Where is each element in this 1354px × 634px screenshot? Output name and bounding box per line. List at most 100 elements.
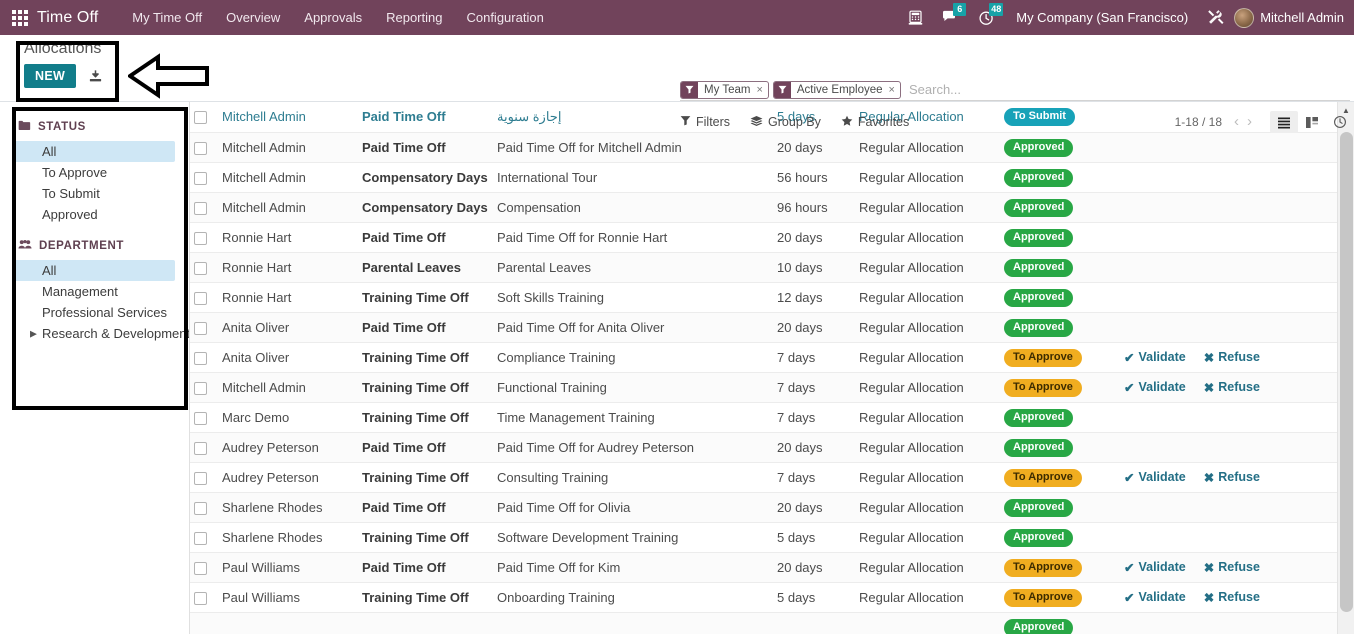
cell-duration-text: 7 days <box>777 349 816 365</box>
pager-previous-button[interactable]: ‹ <box>1230 114 1243 129</box>
nav-configuration[interactable]: Configuration <box>454 4 555 31</box>
sidebar-item-status-to-submit[interactable]: To Submit <box>14 183 175 204</box>
nav-my-time-off[interactable]: My Time Off <box>120 4 214 31</box>
sidebar-item-department-professional-services[interactable]: Professional Services <box>14 302 175 323</box>
new-button[interactable]: NEW <box>24 64 77 88</box>
table-row[interactable]: Ronnie Hart Training Time Off Soft Skills … <box>190 282 1354 313</box>
app-brand-title[interactable]: Time Off <box>37 9 98 27</box>
table-row[interactable]: Mitchell Admin Compensatory Days Compensat… <box>190 192 1354 223</box>
table-row[interactable]: Paul Williams Training Time Off Onboarding… <box>190 582 1354 613</box>
pager-range[interactable]: 1-18 / 18 <box>1175 115 1222 129</box>
company-selector[interactable]: My Company (San Francisco) <box>1016 10 1188 25</box>
status-badge: Approved <box>1004 408 1074 427</box>
import-download-icon[interactable] <box>88 69 103 84</box>
activity-view-button[interactable] <box>1326 111 1354 133</box>
refuse-button[interactable]: ✖ Refuse <box>1204 350 1260 365</box>
user-menu[interactable]: Mitchell Admin <box>1260 10 1344 25</box>
row-checkbox[interactable] <box>194 231 207 245</box>
table-row[interactable]: Mitchell Admin Paid Time Off Paid Time Off… <box>190 132 1354 163</box>
row-checkbox-cell <box>190 492 218 523</box>
validate-button[interactable]: ✔ Validate <box>1124 470 1186 485</box>
table-row[interactable]: Audrey Peterson Training Time Off Consulti… <box>190 462 1354 493</box>
cell-description-text: Paid Time Off for Olivia <box>497 499 631 515</box>
row-checkbox[interactable] <box>194 411 207 425</box>
table-row[interactable]: Ronnie Hart Paid Time Off Paid Time Off fo… <box>190 222 1354 253</box>
cell-duration: 20 days <box>773 132 855 163</box>
filters-dropdown[interactable]: Filters <box>680 115 730 129</box>
sidebar-item-status-to-approve[interactable]: To Approve <box>14 162 175 183</box>
table-row[interactable]: Anita Oliver Paid Time Off Paid Time Off f… <box>190 312 1354 343</box>
row-checkbox[interactable] <box>194 351 207 365</box>
refuse-label: Refuse <box>1218 560 1260 574</box>
group-by-dropdown[interactable]: Group By <box>750 115 821 130</box>
table-row[interactable]: Mitchell Admin Compensatory Days Internati… <box>190 162 1354 193</box>
row-checkbox[interactable] <box>194 381 207 395</box>
table-row[interactable]: Audrey Peterson Paid Time Off Paid Time Of… <box>190 432 1354 463</box>
cell-allocation-type-text: Regular Allocation <box>859 319 964 335</box>
table-row[interactable]: Paul Williams Paid Time Off Paid Time Off … <box>190 552 1354 583</box>
clock-icon[interactable]: 48 <box>978 2 1004 26</box>
table-row[interactable]: Sharlene Rhodes Training Time Off Software… <box>190 522 1354 553</box>
avatar[interactable] <box>1234 7 1255 28</box>
app-grid-icon[interactable] <box>12 9 28 26</box>
table-row[interactable]: Ronnie Hart Parental Leaves Parental Leave… <box>190 252 1354 283</box>
row-checkbox[interactable] <box>194 501 207 515</box>
wrench-screwdriver-icon[interactable] <box>1207 9 1225 26</box>
validate-button[interactable]: ✔ Validate <box>1124 380 1186 395</box>
table-row[interactable]: Anita Oliver Training Time Off Compliance … <box>190 342 1354 373</box>
facet-label: My Team <box>704 83 751 96</box>
scrollbar-thumb[interactable] <box>1340 132 1353 612</box>
refuse-button[interactable]: ✖ Refuse <box>1204 590 1260 605</box>
row-checkbox[interactable] <box>194 141 207 155</box>
vertical-scrollbar[interactable]: ▲ <box>1337 102 1354 634</box>
validate-button[interactable]: ✔ Validate <box>1124 350 1186 365</box>
search-facet-active-employee[interactable]: Active Employee × <box>772 80 901 99</box>
chat-bubble-icon[interactable]: 6 <box>942 3 967 25</box>
row-checkbox[interactable] <box>194 441 207 455</box>
search-facet-my-team[interactable]: My Team × <box>680 80 769 99</box>
sidebar-item-department-research-development[interactable]: ▶ Research & Development <box>14 323 189 344</box>
table-row[interactable]: Mitchell Admin Training Time Off Functiona… <box>190 372 1354 403</box>
row-checkbox[interactable] <box>194 291 207 305</box>
sidebar-item-status-all[interactable]: All <box>14 141 175 162</box>
group-by-label: Group By <box>768 115 821 129</box>
kanban-view-button[interactable] <box>1298 111 1326 133</box>
facet-remove-icon[interactable]: × <box>887 82 900 98</box>
sidebar-item-status-approved[interactable]: Approved <box>14 204 175 225</box>
row-checkbox[interactable] <box>194 321 207 335</box>
row-checkbox[interactable] <box>194 171 207 185</box>
refuse-button[interactable]: ✖ Refuse <box>1204 380 1260 395</box>
sidebar-item-department-management[interactable]: Management <box>14 281 175 302</box>
table-row[interactable]: Marc Demo Training Time Off Time Managemen… <box>190 402 1354 433</box>
favorites-dropdown[interactable]: Favorites <box>841 115 909 130</box>
validate-button[interactable]: ✔ Validate <box>1124 560 1186 575</box>
table-row[interactable]: Approved <box>190 612 1354 634</box>
chevron-right-icon[interactable]: ▶ <box>30 328 37 339</box>
cell-employee: Mitchell Admin <box>218 102 358 133</box>
search-input[interactable] <box>904 80 1350 99</box>
row-checkbox[interactable] <box>194 591 207 605</box>
search-bar[interactable]: My Team × Active Employee × <box>680 79 1350 101</box>
nav-approvals[interactable]: Approvals <box>292 4 374 31</box>
sidebar-item-department-all[interactable]: All <box>14 260 175 281</box>
row-checkbox[interactable] <box>194 111 207 125</box>
validate-button[interactable]: ✔ Validate <box>1124 590 1186 605</box>
row-checkbox[interactable] <box>194 261 207 275</box>
pager-next-button[interactable]: › <box>1243 114 1256 129</box>
refuse-button[interactable]: ✖ Refuse <box>1204 470 1260 485</box>
refuse-button[interactable]: ✖ Refuse <box>1204 560 1260 575</box>
cell-actions <box>1120 312 1300 343</box>
telephone-icon[interactable] <box>907 10 924 26</box>
list-view-button[interactable] <box>1270 111 1298 133</box>
nav-overview[interactable]: Overview <box>214 4 292 31</box>
cell-duration: 20 days <box>773 312 855 343</box>
row-checkbox[interactable] <box>194 531 207 545</box>
facet-remove-icon[interactable]: × <box>754 82 767 98</box>
row-checkbox[interactable] <box>194 201 207 215</box>
row-checkbox[interactable] <box>194 561 207 575</box>
row-checkbox[interactable] <box>194 471 207 485</box>
table-row[interactable]: Sharlene Rhodes Paid Time Off Paid Time Of… <box>190 492 1354 523</box>
filter-funnel-icon <box>773 81 791 98</box>
cell-time-off-type: Training Time Off <box>358 462 493 493</box>
nav-reporting[interactable]: Reporting <box>374 4 454 31</box>
